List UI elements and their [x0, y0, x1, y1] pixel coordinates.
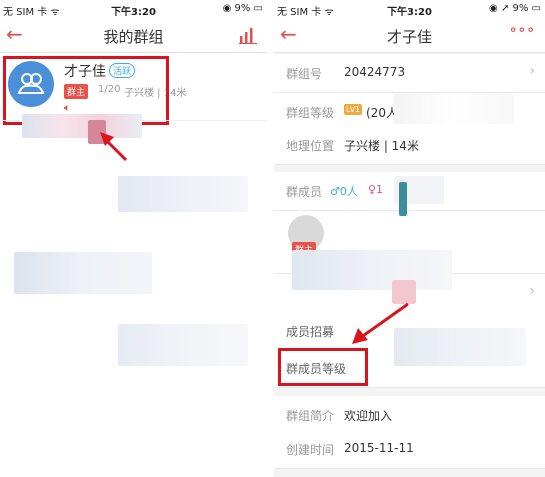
blurred-content: [292, 250, 452, 290]
row-value: 20424773: [344, 65, 406, 79]
row-created: 创建时间 2015-11-11: [274, 430, 545, 469]
battery-indicator: ◉ 9% ▭: [222, 3, 263, 14]
pointer-arrow: [352, 302, 409, 344]
row-value: 2015-11-11: [344, 441, 414, 455]
chevron-right-icon: ›: [529, 283, 535, 299]
blurred-content: [118, 176, 248, 212]
row-label: 地理位置: [286, 139, 335, 153]
blurred-content: [14, 252, 152, 294]
blurred-content: [118, 324, 248, 366]
battery-indicator: ◉ ➚ 9% ▭: [489, 3, 541, 14]
row-location[interactable]: 地理位置 子兴楼 | 14米: [274, 126, 545, 165]
highlight-box: [278, 348, 368, 386]
status-bar: 无 SIM 卡 ᯤ 下午3:20 ◉ 9% ▭: [0, 0, 267, 18]
left-screen: 无 SIM 卡 ᯤ 下午3:20 ◉ 9% ▭ ← 我的群组 才子佳 活跃 群主…: [0, 0, 267, 477]
female-count: ♀1: [368, 183, 384, 196]
row-label: 创建时间: [286, 443, 335, 457]
page-title: 我的群组: [103, 28, 164, 46]
pointer-arrow: [100, 132, 128, 162]
blurred-content: [399, 182, 407, 216]
status-bar: 无 SIM 卡 ᯤ 下午3:20 ◉ ➚ 9% ▭: [274, 0, 545, 18]
row-label: 群组等级: [286, 106, 335, 120]
chevron-right-icon: ›: [529, 63, 535, 79]
page-title: 才子佳: [386, 28, 432, 46]
nav-bar: ← 才子佳 ∘∘∘: [274, 18, 545, 53]
row-value: 欢迎加入: [344, 409, 393, 423]
male-count: ♂0人: [330, 185, 358, 198]
row-label: 成员招募: [286, 325, 335, 339]
row-label: 群成员: [286, 185, 323, 199]
nav-bar: ← 我的群组: [0, 18, 267, 53]
blurred-content: [394, 94, 514, 124]
row-label: 群组号: [286, 67, 323, 81]
chart-icon[interactable]: [239, 28, 257, 44]
right-screen: 无 SIM 卡 ᯤ 下午3:20 ◉ ➚ 9% ▭ ← 才子佳 ∘∘∘ 群组号 …: [274, 0, 545, 477]
row-label: 群组简介: [286, 409, 335, 423]
level-badge: LV1: [344, 104, 363, 115]
row-value: 子兴楼 | 14米: [344, 139, 419, 153]
more-icon[interactable]: ∘∘∘: [509, 22, 535, 38]
row-group-id[interactable]: 群组号 20424773 ›: [274, 54, 545, 93]
